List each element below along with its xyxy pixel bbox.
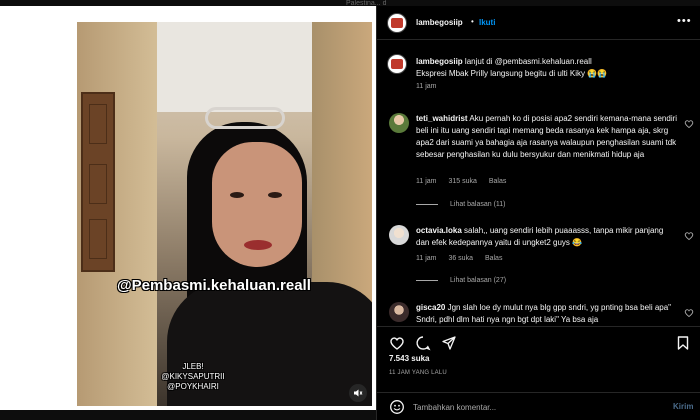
video-caption-line: @POYKHAIRI	[167, 382, 219, 391]
comment-like-icon[interactable]	[684, 119, 694, 129]
door-panel	[89, 219, 107, 259]
author-username[interactable]: lambegosiip	[416, 18, 463, 27]
post-video[interactable]: @Pembasmi.kehaluan.reall JLEB! @KIKYSAPU…	[77, 22, 372, 406]
comment-username[interactable]: gisca20	[416, 303, 445, 312]
comment-meta: 11 jam 36 suka Balas	[416, 255, 512, 262]
caption-text-line1: lanjut di @pembasmi.kehaluan.reall	[464, 57, 592, 66]
video-handle-overlay: @Pembasmi.kehaluan.reall	[117, 277, 311, 294]
post-comment-button[interactable]: Kirim	[673, 402, 693, 411]
door-panel	[89, 104, 107, 144]
post-details-panel: lambegosiip • Ikuti ••• lambegosiip lanj…	[376, 6, 700, 420]
header-separator: •	[471, 17, 474, 26]
more-options-icon[interactable]: •••	[677, 15, 693, 29]
bookmark-icon[interactable]	[675, 335, 691, 351]
comment-text: octavia.loka salah,, uang sendiri lebih …	[416, 225, 678, 249]
comment-avatar[interactable]	[389, 113, 409, 133]
comment-input[interactable]	[413, 399, 653, 415]
comment-avatar[interactable]	[389, 225, 409, 245]
author-logo	[391, 59, 403, 69]
speaker-muted-icon	[354, 389, 363, 397]
follow-button[interactable]: Ikuti	[479, 18, 495, 27]
comment-like-count[interactable]: 36 suka	[448, 255, 473, 262]
comment-username[interactable]: octavia.loka	[416, 226, 462, 235]
video-caption-line: @KIKYSAPUTRII	[161, 372, 225, 381]
comment-text: teti_wahidrist Aku pernah ko di posisi a…	[416, 113, 678, 161]
comment-avatar[interactable]	[389, 302, 409, 322]
post-actions-bar	[377, 326, 700, 356]
view-replies-button[interactable]: Lihat balasan (27)	[416, 277, 506, 284]
person-lips	[244, 240, 272, 250]
caption-avatar[interactable]	[387, 54, 407, 74]
video-caption-line: JLEB!	[182, 362, 204, 371]
author-logo	[391, 18, 403, 28]
comment-like-icon[interactable]	[684, 231, 694, 241]
media-panel: @Pembasmi.kehaluan.reall JLEB! @KIKYSAPU…	[0, 6, 376, 410]
mute-button[interactable]	[349, 384, 367, 402]
posted-time: 11 JAM YANG LALU	[389, 370, 447, 376]
comment-username[interactable]: teti_wahidrist	[416, 114, 468, 123]
comment-text: gisca20 Jgn slah loe dy mulut nya blg gp…	[416, 302, 678, 326]
like-heart-icon[interactable]	[389, 335, 405, 351]
person-face	[212, 142, 302, 267]
reply-button[interactable]: Balas	[489, 178, 507, 185]
comment-body: Jgn slah loe dy mulut nya blg gpp sndri,…	[416, 303, 672, 324]
reply-button[interactable]: Balas	[485, 255, 503, 262]
comment-time: 11 jam	[416, 255, 437, 262]
share-send-icon[interactable]	[441, 335, 457, 351]
caption-username[interactable]: lambegosiip	[416, 57, 463, 66]
video-building-left	[77, 22, 157, 406]
comment-like-count[interactable]: 315 suka	[448, 178, 476, 185]
person-sunglasses	[205, 107, 285, 129]
caption-time: 11 jam	[416, 83, 437, 90]
comment-composer: Kirim	[377, 392, 700, 420]
post-caption: lambegosiip lanjut di @pembasmi.kehaluan…	[416, 56, 686, 93]
person-eye	[230, 192, 244, 198]
comment-like-icon[interactable]	[684, 308, 694, 318]
video-sky	[157, 22, 312, 112]
comments-list[interactable]: lambegosiip lanjut di @pembasmi.kehaluan…	[377, 41, 700, 326]
comment-time: 11 jam	[416, 178, 437, 185]
comment-bubble-icon[interactable]	[415, 335, 431, 351]
comment-meta: 11 jam 315 suka Balas	[416, 178, 516, 185]
video-door	[81, 92, 115, 272]
caption-text-line2: Ekspresi Mbak Prilly langsung begitu di …	[416, 69, 608, 78]
author-avatar[interactable]	[387, 13, 407, 33]
view-replies-button[interactable]: Lihat balasan (11)	[416, 201, 506, 208]
like-count[interactable]: 7.543 suka	[389, 354, 429, 363]
post-header: lambegosiip • Ikuti •••	[377, 6, 700, 40]
door-panel	[89, 164, 107, 204]
video-caption-overlay: JLEB! @KIKYSAPUTRII @POYKHAIRI	[153, 362, 233, 392]
emoji-icon[interactable]	[389, 399, 405, 415]
video-person	[167, 102, 372, 406]
person-eye	[268, 192, 282, 198]
